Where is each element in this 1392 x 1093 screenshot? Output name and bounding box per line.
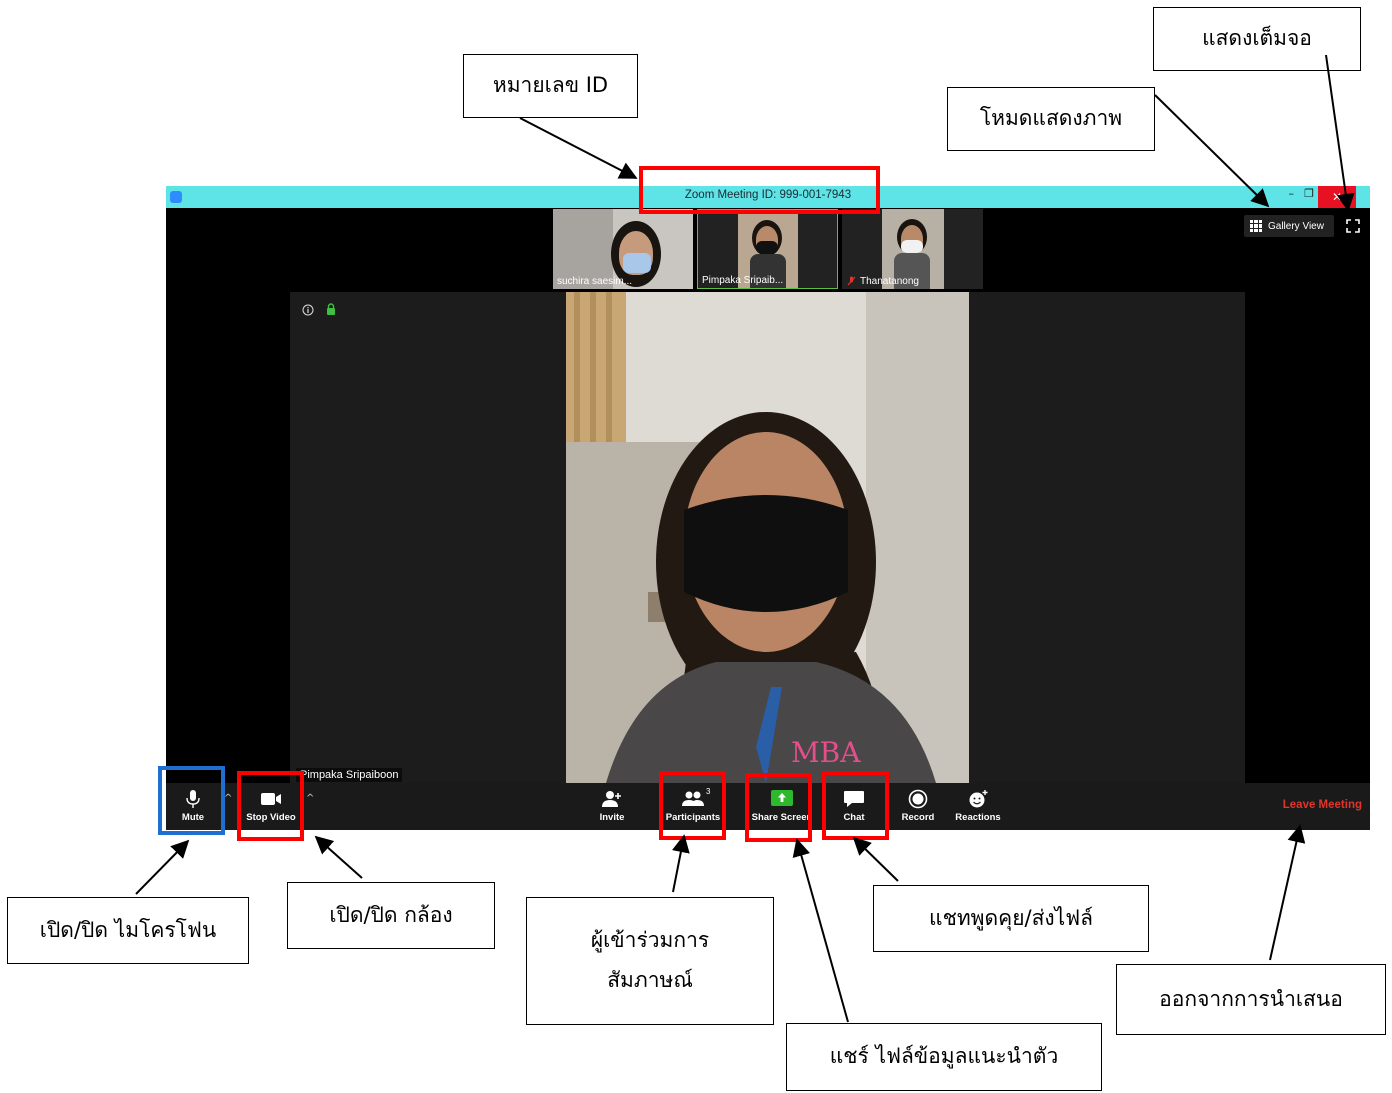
participant-name: suchira saesim... bbox=[557, 276, 633, 287]
arrow-camera bbox=[314, 835, 363, 879]
arrow-meeting-id bbox=[519, 117, 638, 179]
arrow-share bbox=[792, 838, 849, 1023]
arrow-participants bbox=[672, 834, 690, 893]
leave-meeting-button[interactable]: Leave Meeting bbox=[1283, 799, 1362, 811]
callout-mic: เปิด/ปิด ไมโครโฟน bbox=[7, 897, 249, 964]
active-speaker-video: MBA bbox=[290, 292, 1245, 783]
arrow-chat bbox=[852, 836, 899, 882]
speaker-name-label: Pimpaka Sripaiboon bbox=[296, 768, 403, 782]
callout-view-mode: โหมดแสดงภาพ bbox=[947, 87, 1155, 151]
highlight-share-screen bbox=[745, 773, 812, 842]
callout-fullscreen: แสดงเต็มจอ bbox=[1153, 7, 1361, 71]
grid-icon bbox=[1250, 220, 1262, 232]
reactions-button[interactable]: Reactions bbox=[954, 783, 1002, 830]
lock-icon[interactable] bbox=[326, 303, 336, 315]
restore-icon[interactable]: ❐ bbox=[1304, 187, 1314, 200]
highlight-chat bbox=[822, 771, 889, 840]
callout-leave: ออกจากการนำเสนอ bbox=[1116, 964, 1386, 1035]
invite-button[interactable]: Invite bbox=[594, 783, 630, 830]
highlight-stop-video bbox=[237, 771, 304, 841]
callout-chat: แชทพูดคุย/ส่งไฟล์ bbox=[873, 885, 1149, 952]
callout-share: แชร์ ไฟล์ข้อมูลแนะนำตัว bbox=[786, 1023, 1102, 1091]
participant-thumb[interactable]: Pimpaka Sripaib... bbox=[697, 209, 838, 289]
participant-name: Pimpaka Sripaib... bbox=[702, 275, 784, 286]
zoom-window: Zoom Meeting ID: 999-001-7943 – ❐ ✕ Gall… bbox=[166, 186, 1370, 830]
participant-name: Thanatanong bbox=[860, 276, 919, 287]
close-icon[interactable]: ✕ bbox=[1318, 186, 1356, 208]
callout-camera: เปิด/ปิด กล้อง bbox=[287, 882, 495, 949]
participant-thumb[interactable]: suchira saesim... bbox=[553, 209, 693, 289]
speaker-photo: MBA bbox=[566, 292, 969, 783]
add-user-icon bbox=[602, 791, 621, 807]
record-button[interactable]: Record bbox=[898, 783, 938, 830]
arrow-mic bbox=[135, 839, 190, 895]
minimize-icon[interactable]: – bbox=[1289, 187, 1295, 200]
gallery-view-button[interactable]: Gallery View bbox=[1244, 215, 1334, 237]
highlight-mute bbox=[158, 766, 225, 835]
chevron-up-icon[interactable]: ^ bbox=[306, 793, 314, 804]
chevron-up-icon[interactable]: ^ bbox=[224, 793, 232, 804]
shirt-logo: MBA bbox=[791, 736, 861, 769]
emoji-plus-icon bbox=[969, 790, 988, 808]
highlight-participants bbox=[659, 771, 726, 840]
highlight-meeting-id bbox=[639, 166, 880, 214]
participant-thumb[interactable]: Thanatanong bbox=[842, 209, 983, 289]
callout-participants: ผู้เข้าร่วมการ สัมภาษณ์ bbox=[526, 897, 774, 1025]
muted-mic-icon bbox=[847, 276, 856, 286]
arrow-leave bbox=[1269, 824, 1306, 961]
info-icon[interactable] bbox=[302, 304, 314, 316]
fullscreen-icon[interactable] bbox=[1346, 219, 1360, 233]
record-icon bbox=[908, 789, 928, 809]
callout-meeting-id: หมายเลข ID bbox=[463, 54, 638, 118]
